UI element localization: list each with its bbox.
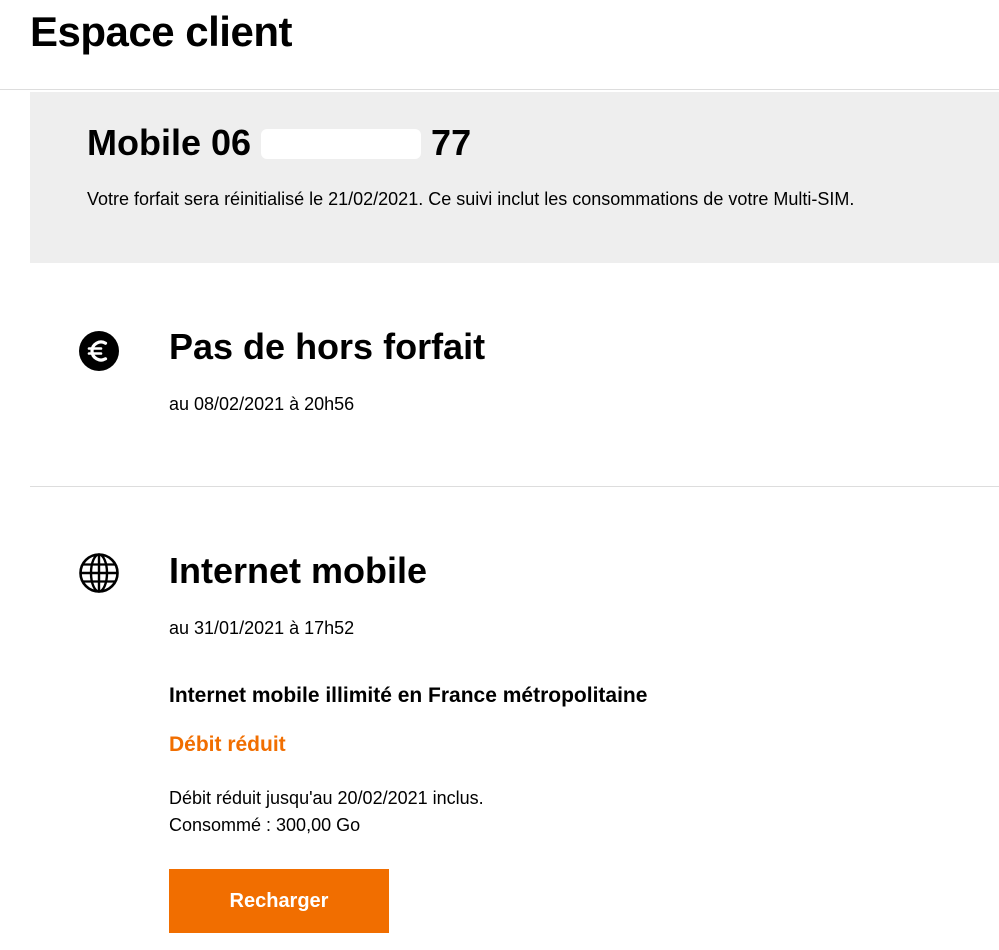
page-header: Espace client [0,0,999,90]
globe-icon [79,553,119,593]
plan-reset-notice: Votre forfait sera réinitialisé le 21/02… [87,189,855,209]
mobile-internet-section: Internet mobile au 31/01/2021 à 17h52 In… [30,488,999,950]
mobile-line-card: Mobile 06 77 Votre forfait sera réinitial… [30,92,999,263]
overage-section: Pas de hors forfait au 08/02/2021 à 20h5… [30,263,999,487]
redacted-number-mask [261,129,422,159]
throttle-until-text: Débit réduit jusqu'au 20/02/2021 inclus. [169,788,484,808]
euro-icon [79,331,119,371]
plan-name: Internet mobile illimité en France métro… [169,684,648,707]
overage-date: au 08/02/2021 à 20h56 [169,394,355,414]
mobile-line-title: Mobile 06 77 [87,122,471,164]
throttle-status: Débit réduit [169,733,286,756]
mobile-internet-date: au 31/01/2021 à 17h52 [169,618,355,638]
mobile-line-suffix: 77 [431,122,472,163]
recharge-button[interactable]: Recharger [169,869,389,933]
page-title: Espace client [30,8,292,55]
mobile-internet-title: Internet mobile [169,550,428,591]
mobile-line-prefix: Mobile 06 [87,122,252,163]
data-consumed-text: Consommé : 300,00 Go [169,815,361,835]
overage-title: Pas de hors forfait [169,326,486,367]
